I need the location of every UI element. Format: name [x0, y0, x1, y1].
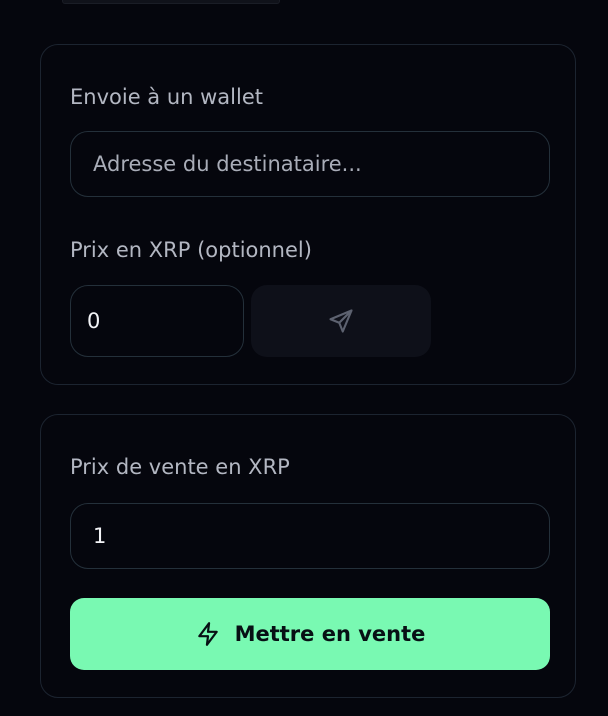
send-button[interactable]	[251, 285, 431, 357]
page: Envoie à un wallet Prix en XRP (optionne…	[0, 0, 608, 716]
lightning-icon	[195, 621, 221, 647]
sale-card: Prix de vente en XRP Mettre en vente	[40, 414, 576, 698]
send-to-wallet-card: Envoie à un wallet Prix en XRP (optionne…	[40, 44, 576, 385]
send-icon	[327, 307, 355, 335]
sale-price-label: Prix de vente en XRP	[70, 455, 290, 479]
price-optional-input[interactable]	[70, 285, 244, 357]
recipient-address-input[interactable]	[70, 131, 550, 197]
list-for-sale-label: Mettre en vente	[234, 622, 426, 646]
price-optional-label: Prix en XRP (optionnel)	[70, 238, 312, 262]
wallet-label: Envoie à un wallet	[70, 85, 263, 109]
list-for-sale-button[interactable]: Mettre en vente	[70, 598, 550, 670]
top-element-edge	[62, 0, 280, 4]
sale-price-input[interactable]	[70, 503, 550, 569]
